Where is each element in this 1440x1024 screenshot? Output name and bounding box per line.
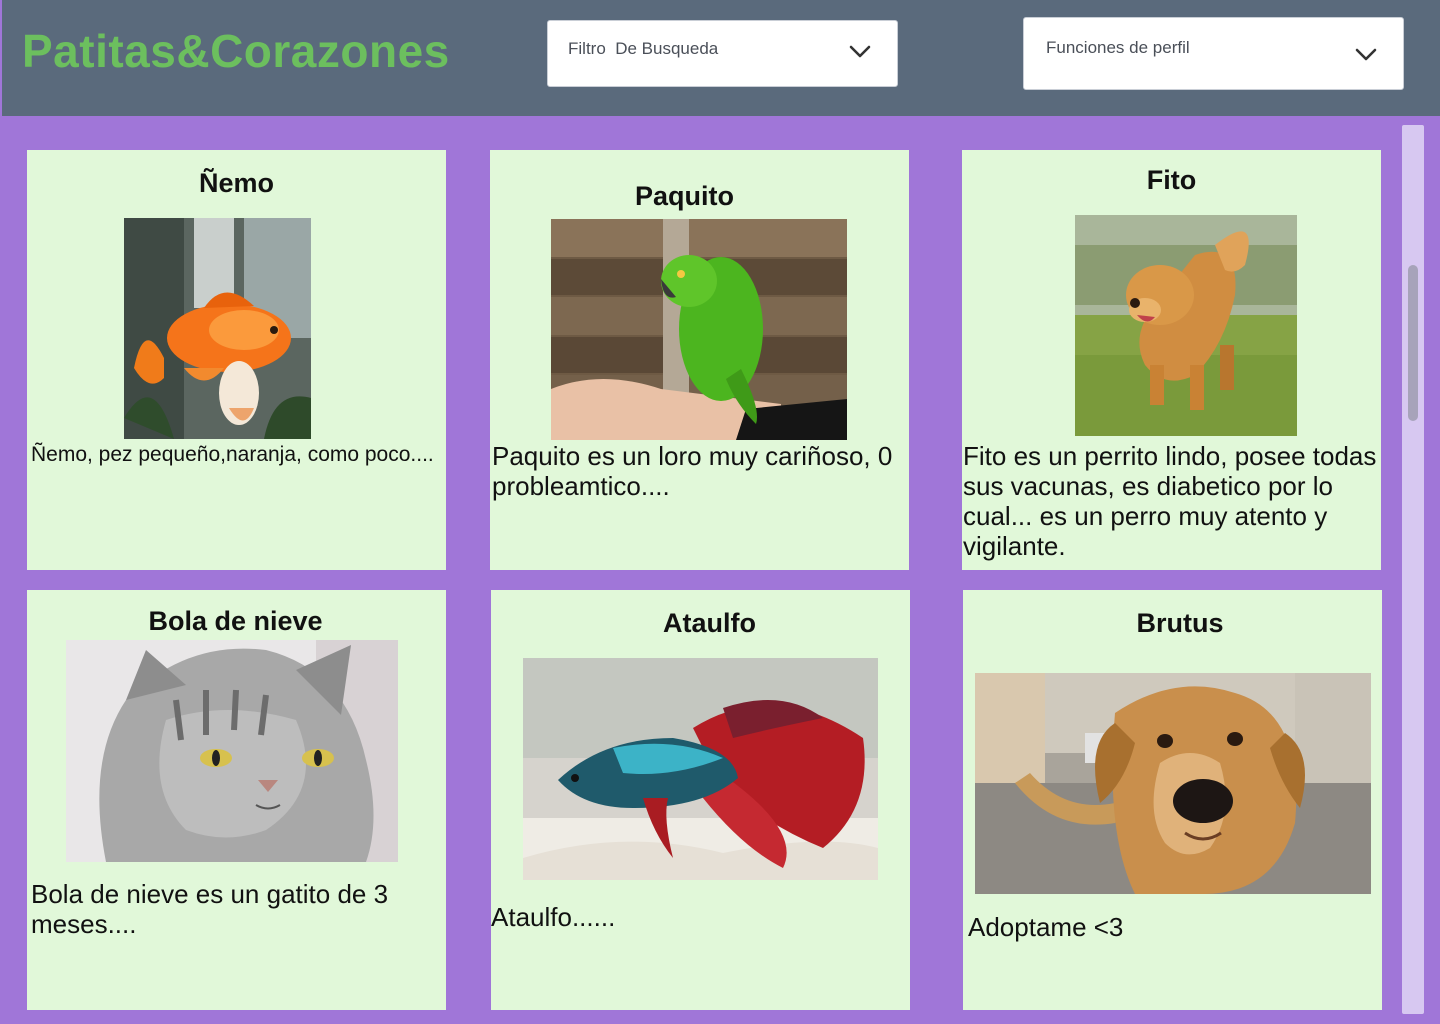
brown-dog-photo[interactable] [975, 673, 1371, 894]
pet-card[interactable]: Ataulfo Ataulfo...... [491, 590, 910, 1010]
vertical-scrollbar[interactable] [1402, 125, 1424, 1014]
brand-logo[interactable]: Patitas&Corazones [22, 24, 450, 78]
pet-name: Paquito [635, 181, 734, 211]
pet-card[interactable]: Ñemo Ñemo, pez pequeño,naranja, como poc… [27, 150, 446, 570]
pet-name: Bola de nieve [148, 606, 323, 636]
pet-description: Paquito es un loro muy cariñoso, 0 probl… [492, 441, 893, 501]
betta-fish-photo[interactable] [523, 658, 878, 880]
pet-name: Fito [1146, 165, 1197, 195]
search-filter-label: Filtro De Busqueda [568, 39, 719, 58]
pet-card[interactable]: Fito Fito es un perrito lindo, posee tod… [962, 150, 1381, 570]
pet-description: Adoptame <3 [968, 912, 1124, 942]
profile-functions-label: Funciones de perfil [1046, 38, 1190, 57]
pet-card[interactable]: Bola de nieve Bola de nieve es un gatito… [27, 590, 446, 1010]
pet-description: Bola de nieve es un gatito de 3 meses...… [31, 879, 389, 939]
grey-cat-photo[interactable] [66, 640, 398, 862]
pet-description: Ñemo, pez pequeño,naranja, como poco.... [31, 443, 434, 466]
chevron-down-icon [1355, 48, 1377, 61]
search-filter-dropdown[interactable]: Filtro De Busqueda [547, 20, 898, 87]
pet-name: Ataulfo [663, 608, 756, 638]
top-bar: Patitas&Corazones Filtro De Busqueda Fun… [2, 0, 1440, 116]
pet-card[interactable]: Brutus Adoptame <3 [963, 590, 1382, 1010]
scrollbar-thumb[interactable] [1408, 265, 1418, 421]
chevron-down-icon [849, 45, 871, 58]
profile-functions-dropdown[interactable]: Funciones de perfil [1023, 17, 1404, 90]
golden-retriever-photo[interactable] [1075, 215, 1297, 436]
pet-name: Brutus [1136, 608, 1224, 638]
pet-name: Ñemo [198, 168, 274, 198]
green-parrot-photo[interactable] [551, 219, 847, 440]
pet-description: Ataulfo...... [491, 902, 616, 932]
pet-card[interactable]: Paquito Paquito es un loro muy cariñoso,… [490, 150, 909, 570]
goldfish-photo[interactable] [124, 218, 311, 439]
pet-description: Fito es un perrito lindo, posee todas su… [963, 441, 1377, 561]
